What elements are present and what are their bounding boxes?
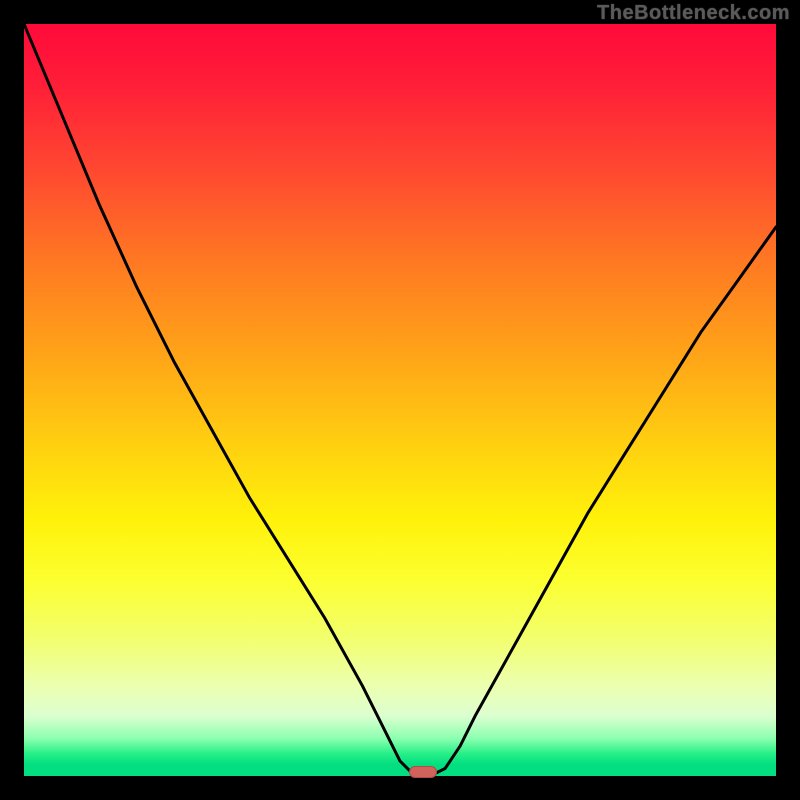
attribution-label: TheBottleneck.com [597, 2, 790, 25]
chart-frame: TheBottleneck.com [0, 0, 800, 800]
minimum-marker [409, 766, 437, 778]
plot-area [24, 24, 776, 776]
bottleneck-curve [24, 24, 776, 776]
curve-path [24, 24, 776, 776]
